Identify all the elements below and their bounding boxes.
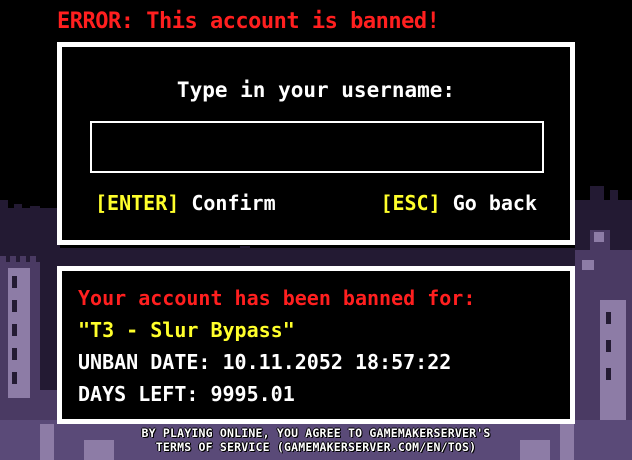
unban-date: UNBAN DATE: 10.11.2052 18:57:22: [78, 350, 452, 374]
tos-line-2[interactable]: TERMS OF SERVICE (GAMEMAKERSERVER.COM/EN…: [0, 440, 632, 454]
tos-line-1: BY PLAYING ONLINE, YOU AGREE TO GAMEMAKE…: [141, 426, 491, 440]
ban-reason: "T3 - Slur Bypass": [78, 318, 295, 342]
game-screen: ERROR: This account is banned! Type in y…: [0, 0, 632, 460]
username-input[interactable]: [90, 121, 544, 173]
enter-key-hint: [ENTER]: [95, 191, 180, 215]
username-prompt: Type in your username:: [176, 78, 456, 102]
ban-error-message: ERROR: This account is banned!: [57, 9, 440, 34]
days-left: DAYS LEFT: 9995.01: [78, 382, 295, 406]
esc-key-hint: [ESC]: [380, 191, 441, 215]
go-back-button[interactable]: [ESC] Go back: [380, 189, 537, 217]
confirm-button[interactable]: [ENTER] Confirm: [95, 189, 276, 217]
ban-title: Your account has been banned for:: [78, 286, 476, 310]
username-dialog: Type in your username: [ENTER] Confirm […: [57, 42, 575, 245]
go-back-label: Go back: [452, 191, 537, 215]
terms-of-service-notice: BY PLAYING ONLINE, YOU AGREE TO GAMEMAKE…: [0, 426, 632, 454]
ban-info-panel: Your account has been banned for: "T3 - …: [57, 266, 575, 424]
confirm-label: Confirm: [191, 191, 276, 215]
